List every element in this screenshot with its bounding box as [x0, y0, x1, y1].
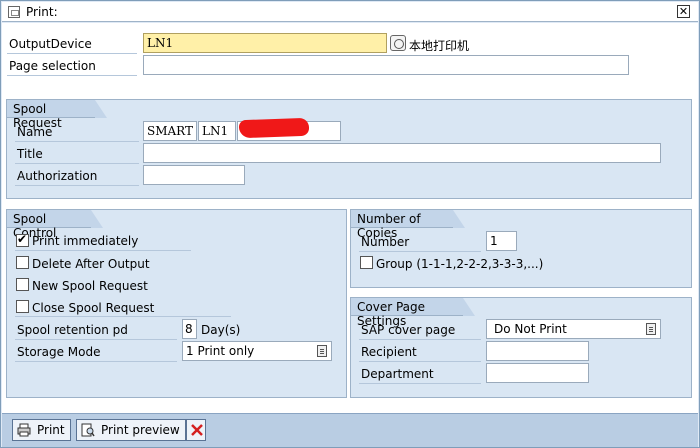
page-selection-label: Page selection [9, 59, 96, 73]
spool-control-heading: Spool Control [7, 210, 103, 240]
title-label: Title [17, 147, 43, 161]
cancel-button[interactable] [186, 419, 206, 441]
storage-mode-label: Storage Mode [17, 345, 101, 359]
name-part2-input[interactable]: LN1 [198, 121, 236, 141]
authorization-input[interactable] [143, 165, 245, 185]
dropdown-icon[interactable] [646, 323, 656, 335]
storage-mode-value: 1 Print only [186, 344, 255, 358]
new-spool-request-checkbox[interactable] [16, 278, 29, 291]
close-icon[interactable]: ✕ [677, 5, 690, 18]
title-input[interactable] [143, 143, 661, 163]
department-label: Department [361, 367, 434, 381]
department-input[interactable] [486, 363, 589, 383]
print-immediately-label: Print immediately [32, 234, 139, 248]
window-icon [8, 6, 20, 18]
group-checkbox[interactable] [360, 256, 373, 269]
retention-unit: Day(s) [201, 323, 241, 337]
footer-toolbar: Print Print preview [2, 413, 698, 447]
group-label: Group (1-1-1,2-2-2,3-3-3,...) [376, 257, 544, 271]
print-preview-icon [81, 423, 95, 437]
print-dialog: Print: ✕ OutputDevice LN1 本地打印机 Page sel… [0, 0, 700, 448]
dropdown-icon[interactable] [317, 345, 327, 357]
number-of-copies-heading: Number of Copies [351, 210, 465, 240]
retention-input[interactable]: 8 [182, 319, 197, 339]
storage-mode-select[interactable]: 1 Print only [182, 341, 332, 361]
sap-cover-select[interactable]: Do Not Print [486, 319, 661, 339]
close-spool-request-checkbox[interactable] [16, 300, 29, 313]
recipient-input[interactable] [486, 341, 589, 361]
output-device-label: OutputDevice [9, 37, 92, 51]
print-preview-button-label: Print preview [101, 423, 180, 437]
print-button[interactable]: Print [12, 419, 71, 441]
name-label: Name [17, 125, 53, 139]
new-spool-request-label: New Spool Request [32, 279, 148, 293]
close-spool-request-label: Close Spool Request [32, 301, 155, 315]
title-bar: Print: ✕ [2, 2, 698, 22]
page-selection-input[interactable] [143, 55, 629, 75]
number-label: Number [361, 235, 410, 249]
number-input[interactable]: 1 [486, 231, 517, 251]
delete-after-output-label: Delete After Output [32, 257, 150, 271]
output-device-input[interactable]: LN1 [143, 33, 387, 53]
window-title: Print: [26, 5, 58, 19]
sap-cover-value: Do Not Print [494, 322, 567, 336]
output-device-description: 本地打印机 [409, 39, 470, 53]
cover-page-heading: Cover Page Settings [351, 298, 475, 328]
print-preview-button[interactable]: Print preview [76, 419, 186, 441]
print-immediately-checkbox[interactable] [16, 232, 29, 247]
authorization-label: Authorization [17, 169, 98, 183]
retention-label: Spool retention pd [17, 323, 128, 337]
device-lookup-icon[interactable] [390, 35, 406, 51]
recipient-label: Recipient [361, 345, 417, 359]
sap-cover-label: SAP cover page [361, 323, 456, 337]
name-part1-input[interactable]: SMART [143, 121, 197, 141]
print-button-label: Print [37, 423, 65, 437]
cancel-x-icon [191, 424, 203, 436]
spool-request-heading: Spool Request [7, 100, 107, 130]
redaction-mark [238, 117, 310, 139]
delete-after-output-checkbox[interactable] [16, 256, 29, 269]
printer-icon [17, 423, 31, 437]
